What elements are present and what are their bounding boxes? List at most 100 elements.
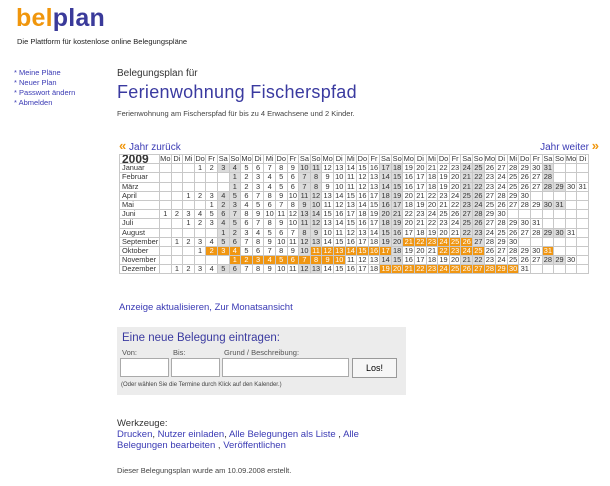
day-cell[interactable]: 3 (193, 236, 207, 247)
booked-day-cell[interactable]: 15 (356, 245, 369, 257)
day-cell[interactable]: 14 (321, 236, 334, 247)
day-cell[interactable]: 16 (356, 190, 369, 201)
booked-day-cell[interactable]: 9 (321, 255, 334, 266)
booked-day-cell[interactable]: 7 (298, 255, 311, 266)
day-cell[interactable]: 9 (274, 190, 288, 201)
day-cell[interactable]: 17 (414, 255, 427, 266)
day-cell[interactable]: 19 (390, 218, 404, 229)
booked-day-cell[interactable]: 4 (263, 255, 276, 266)
booked-day-cell[interactable]: 22 (414, 236, 427, 247)
day-cell[interactable]: 14 (332, 218, 346, 229)
day-cell[interactable]: 2 (193, 218, 207, 229)
day-cell[interactable]: 6 (216, 209, 230, 220)
day-cell[interactable]: 6 (251, 163, 265, 174)
day-cell[interactable]: 31 (530, 218, 543, 229)
day-cell[interactable]: 26 (518, 255, 531, 266)
day-cell[interactable]: 6 (251, 245, 265, 257)
day-cell[interactable]: 25 (495, 227, 508, 238)
day-cell[interactable]: 29 (483, 209, 497, 220)
day-cell[interactable]: 20 (448, 172, 462, 183)
day-cell[interactable]: 1 (216, 227, 230, 238)
day-cell[interactable]: 3 (205, 190, 218, 201)
day-cell[interactable]: 6 (286, 181, 300, 192)
booked-day-cell[interactable]: 29 (495, 264, 508, 275)
day-cell[interactable]: 14 (379, 172, 392, 183)
day-cell[interactable]: 21 (425, 245, 439, 257)
booked-day-cell[interactable]: 5 (274, 255, 288, 266)
day-cell[interactable]: 26 (518, 172, 531, 183)
day-cell[interactable]: 25 (472, 163, 485, 174)
day-cell[interactable]: 16 (390, 227, 404, 238)
day-cell[interactable]: 18 (367, 236, 381, 247)
day-cell[interactable]: 25 (506, 255, 520, 266)
prev-year-link[interactable]: « Jahr zurück (119, 138, 181, 153)
day-cell[interactable]: 23 (472, 227, 485, 238)
day-cell[interactable]: 14 (356, 199, 369, 211)
day-cell[interactable]: 8 (274, 245, 288, 257)
booked-day-cell[interactable]: 23 (448, 245, 462, 257)
day-cell[interactable]: 6 (286, 172, 300, 183)
day-cell[interactable]: 21 (425, 163, 439, 174)
day-cell[interactable]: 10 (309, 199, 323, 211)
day-cell[interactable]: 15 (321, 209, 334, 220)
day-cell[interactable]: 5 (274, 172, 288, 183)
day-cell[interactable]: 6 (274, 227, 288, 238)
day-cell[interactable]: 17 (390, 199, 404, 211)
day-cell[interactable]: 31 (553, 199, 566, 211)
day-cell[interactable]: 19 (402, 163, 416, 174)
day-cell[interactable]: 26 (472, 190, 485, 201)
day-cell[interactable]: 16 (344, 236, 358, 247)
day-cell[interactable]: 11 (344, 181, 358, 192)
day-cell[interactable]: 6 (240, 218, 253, 229)
booked-day-cell[interactable]: 1 (228, 255, 242, 266)
booked-day-cell[interactable]: 26 (460, 264, 474, 275)
day-cell[interactable]: 9 (298, 199, 311, 211)
refresh-links[interactable]: Anzeige aktualisieren, Zur Monatsansicht (119, 302, 293, 313)
day-cell[interactable]: 11 (286, 264, 300, 275)
day-cell[interactable]: 9 (263, 264, 276, 275)
day-cell[interactable]: 7 (263, 245, 276, 257)
day-cell[interactable]: 21 (414, 218, 427, 229)
submit-button[interactable]: Los! (352, 358, 397, 378)
day-cell[interactable]: 30 (541, 199, 555, 211)
day-cell[interactable]: 9 (321, 172, 334, 183)
day-cell[interactable]: 22 (448, 199, 462, 211)
day-cell[interactable]: 2 (182, 236, 195, 247)
booked-day-cell[interactable]: 21 (402, 264, 416, 275)
day-cell[interactable]: 20 (402, 190, 416, 201)
day-cell[interactable]: 6 (228, 236, 242, 247)
day-cell[interactable]: 14 (379, 181, 392, 192)
day-cell[interactable]: 29 (495, 236, 508, 247)
day-cell[interactable]: 11 (274, 209, 288, 220)
day-cell[interactable]: 5 (251, 199, 265, 211)
day-cell[interactable]: 14 (321, 264, 334, 275)
day-cell[interactable]: 20 (414, 163, 427, 174)
day-cell[interactable]: 24 (495, 172, 508, 183)
day-cell[interactable]: 23 (437, 190, 450, 201)
day-cell[interactable]: 23 (483, 172, 497, 183)
day-cell[interactable]: 9 (286, 245, 300, 257)
day-cell[interactable]: 2 (216, 199, 230, 211)
day-cell[interactable]: 22 (472, 172, 485, 183)
day-cell[interactable]: 15 (367, 199, 381, 211)
day-cell[interactable]: 11 (286, 236, 300, 247)
day-cell[interactable]: 16 (356, 218, 369, 229)
day-cell[interactable]: 26 (483, 163, 497, 174)
day-cell[interactable]: 2 (193, 190, 207, 201)
day-cell[interactable]: 17 (344, 209, 358, 220)
day-cell[interactable]: 22 (472, 255, 485, 266)
day-cell[interactable]: 1 (170, 236, 184, 247)
day-cell[interactable]: 15 (332, 264, 346, 275)
day-cell[interactable]: 28 (495, 218, 508, 229)
day-cell[interactable]: 2 (240, 181, 253, 192)
day-cell[interactable]: 2 (205, 163, 218, 174)
day-cell[interactable]: 11 (332, 227, 346, 238)
day-cell[interactable]: 18 (379, 218, 392, 229)
day-cell[interactable]: 10 (298, 245, 311, 257)
day-cell[interactable]: 19 (437, 255, 450, 266)
day-cell[interactable]: 18 (390, 245, 404, 257)
day-cell[interactable]: 27 (495, 163, 508, 174)
day-cell[interactable]: 16 (344, 264, 358, 275)
day-cell[interactable]: 2 (228, 227, 242, 238)
day-cell[interactable]: 24 (425, 209, 439, 220)
